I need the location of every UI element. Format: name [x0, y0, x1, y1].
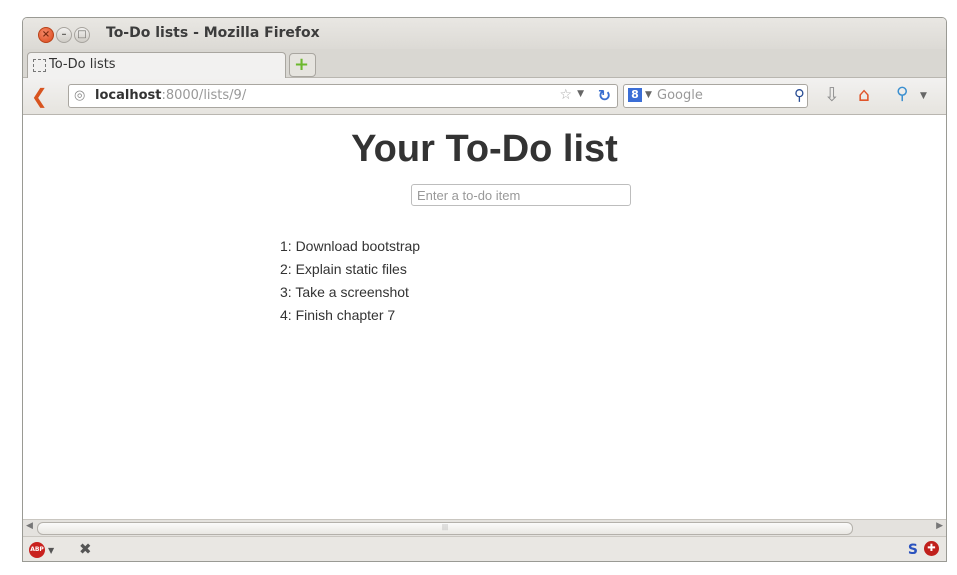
- window-close-button[interactable]: ×: [38, 27, 54, 43]
- url-bar[interactable]: ◎ localhost:8000/lists/9/ ☆ ▼ ↻: [68, 84, 618, 108]
- window-title: To-Do lists - Mozilla Firefox: [106, 25, 320, 41]
- tab-todo-lists[interactable]: To-Do lists: [27, 52, 286, 78]
- close-icon: ×: [41, 29, 51, 40]
- url-host: localhost: [95, 88, 162, 103]
- bookmark-star-icon[interactable]: ☆: [559, 87, 572, 103]
- maximize-icon: □: [77, 29, 87, 40]
- title-bar: × – □ To-Do lists - Mozilla Firefox: [23, 18, 946, 49]
- list-item: 4: Finish chapter 7: [280, 307, 396, 323]
- search-input[interactable]: Google: [657, 88, 703, 103]
- grip-icon: |||: [441, 524, 449, 531]
- search-engine-dropdown-icon[interactable]: ▼: [645, 90, 652, 100]
- google-engine-icon[interactable]: 8: [628, 88, 642, 102]
- list-item: 2: Explain static files: [280, 261, 407, 277]
- url-path: :8000/lists/9/: [161, 88, 247, 103]
- url-dropdown-icon[interactable]: ▼: [577, 89, 584, 99]
- script-blocker-icon[interactable]: S: [908, 542, 918, 558]
- globe-icon: ◎: [74, 88, 86, 103]
- addon-bar: ABP ▼ ✖ S ✚: [23, 536, 946, 561]
- adblock-icon[interactable]: ABP: [29, 542, 45, 558]
- scrollbar-thumb[interactable]: |||: [37, 522, 853, 535]
- page-content: Your To-Do list 1: Download bootstrap 2:…: [23, 115, 946, 519]
- download-arrow-icon[interactable]: ⇩: [824, 84, 840, 106]
- reload-icon[interactable]: ↻: [598, 86, 611, 105]
- blank-page-icon: [33, 59, 46, 72]
- network-icon[interactable]: ⚲: [896, 84, 908, 104]
- window-maximize-button[interactable]: □: [74, 27, 90, 43]
- list-item: 3: Take a screenshot: [280, 284, 409, 300]
- plus-icon: +: [294, 54, 310, 75]
- adblock-dropdown-icon[interactable]: ▼: [48, 546, 54, 555]
- url-text: localhost:8000/lists/9/: [95, 88, 246, 103]
- search-bar[interactable]: 8 ▼ Google ⚲: [623, 84, 808, 108]
- list-item: 1: Download bootstrap: [280, 238, 421, 254]
- todo-list: 1: Download bootstrap 2: Explain static …: [280, 235, 420, 327]
- scroll-left-icon[interactable]: ◀: [26, 521, 33, 531]
- navigation-toolbar: ❮ ◎ localhost:8000/lists/9/ ☆ ▼ ↻ 8 ▼ Go…: [23, 78, 946, 115]
- minimize-icon: –: [61, 29, 67, 40]
- window-minimize-button[interactable]: –: [56, 27, 72, 43]
- home-icon[interactable]: ⌂: [858, 84, 870, 106]
- lifebuoy-icon[interactable]: ✚: [924, 541, 939, 556]
- magnifier-icon[interactable]: ⚲: [794, 86, 805, 104]
- scroll-right-icon[interactable]: ▶: [936, 521, 943, 531]
- tab-label: To-Do lists: [49, 57, 116, 72]
- page-title: Your To-Do list: [351, 128, 618, 170]
- back-arrow-icon[interactable]: ❮: [31, 84, 48, 108]
- tab-bar: To-Do lists +: [23, 49, 946, 78]
- network-dropdown-icon[interactable]: ▼: [920, 91, 927, 101]
- horizontal-scrollbar[interactable]: ◀ ||| ▶: [23, 519, 946, 536]
- browser-window: × – □ To-Do lists - Mozilla Firefox To-D…: [22, 17, 947, 562]
- new-item-input[interactable]: [411, 184, 631, 206]
- new-tab-button[interactable]: +: [289, 53, 316, 77]
- close-addon-bar-icon[interactable]: ✖: [79, 540, 92, 558]
